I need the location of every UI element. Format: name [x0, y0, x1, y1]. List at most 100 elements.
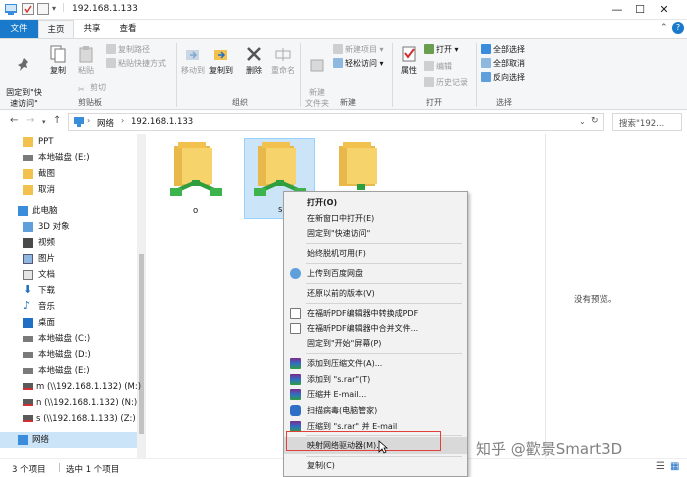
address-bar[interactable]: › 网络 › 192.168.1.133 ⌄ ↻: [68, 113, 604, 131]
move-to-button[interactable]: 移动到: [180, 45, 206, 76]
nav-item-documents[interactable]: 文档: [0, 267, 147, 283]
paste-shortcut-button[interactable]: 粘贴快捷方式: [106, 57, 166, 71]
nav-item-this-pc[interactable]: 此电脑: [0, 203, 147, 219]
nav-item-ppt[interactable]: PPT: [0, 134, 147, 150]
breadcrumb-chevron-icon[interactable]: ›: [121, 116, 124, 125]
select-none-button[interactable]: 全部取消: [481, 57, 525, 71]
menu-add-archive[interactable]: 添加到压缩文件(A)...: [284, 355, 467, 372]
edit-label: 编辑: [436, 62, 452, 71]
network-location-icon: [74, 117, 84, 127]
new-folder-label: 新建 文件夹: [305, 88, 329, 108]
collapse-ribbon-icon[interactable]: ⌃: [660, 23, 668, 33]
help-icon[interactable]: ?: [672, 22, 684, 34]
rename-button[interactable]: 重命名: [270, 45, 296, 76]
address-dropdown-icon[interactable]: ⌄: [579, 117, 586, 126]
select-all-icon: [481, 44, 491, 54]
menu-label: 始终脱机可用(F): [307, 249, 366, 258]
copy-button[interactable]: 复制: [46, 45, 70, 76]
edit-button[interactable]: 编辑: [424, 60, 452, 74]
delete-button[interactable]: 删除: [243, 45, 265, 76]
nav-item-screenshots[interactable]: 截图: [0, 166, 147, 182]
up-icon[interactable]: ↑: [53, 115, 61, 126]
breadcrumb-host[interactable]: 192.168.1.133: [131, 117, 193, 127]
pin-quick-access-button[interactable]: 固定到"快 速访问": [4, 45, 44, 109]
breadcrumb-chevron-icon[interactable]: ›: [87, 116, 90, 125]
easy-access-button[interactable]: 轻松访问 ▾: [333, 57, 384, 71]
nav-item-desktop[interactable]: 桌面: [0, 315, 147, 331]
recent-locations-icon[interactable]: ▾: [42, 118, 46, 126]
menu-upload-baidu[interactable]: 上传到百度网盘: [284, 265, 467, 282]
back-icon[interactable]: ←: [10, 115, 18, 126]
menu-open[interactable]: 打开(O): [284, 194, 467, 211]
nav-item-cancel[interactable]: 取消: [0, 182, 147, 198]
open-button[interactable]: 打开 ▾: [424, 43, 459, 57]
copy-path-button[interactable]: 复制路径: [106, 43, 150, 57]
menu-compress-email[interactable]: 压缩并 E-mail...: [284, 386, 467, 403]
nav-item-network[interactable]: 网络: [0, 432, 137, 448]
close-icon[interactable]: ✕: [641, 0, 687, 20]
nav-item-network-z[interactable]: s (\\192.168.1.133) (Z:): [0, 411, 147, 427]
network-icon: [18, 435, 28, 445]
drive-icon: [23, 336, 33, 342]
cut-button[interactable]: ✂ 剪切: [78, 81, 106, 95]
large-icons-view-icon[interactable]: ▦: [670, 461, 679, 472]
title-separator: |: [62, 3, 65, 13]
breadcrumb-network[interactable]: 网络: [97, 117, 114, 129]
customize-quick-access-icon[interactable]: ▾: [52, 4, 56, 13]
nav-item-music[interactable]: ♪ 音乐: [0, 299, 147, 315]
invert-selection-button[interactable]: 反向选择: [481, 71, 525, 85]
nav-item-network-m[interactable]: m (\\192.168.1.132) (M:): [0, 379, 147, 395]
paste-icon: [79, 46, 93, 63]
nav-item-video[interactable]: 视频: [0, 235, 147, 251]
nav-item-network-n[interactable]: n (\\192.168.1.132) (N:): [0, 395, 147, 411]
nav-item-drive-d[interactable]: 本地磁盘 (D:): [0, 347, 147, 363]
menu-scan-virus[interactable]: 扫描病毒(电脑管家): [284, 402, 467, 419]
new-folder-quick-icon[interactable]: [37, 3, 49, 15]
copy-to-button[interactable]: 复制到: [207, 45, 235, 76]
properties-button[interactable]: 属性: [396, 45, 422, 76]
menu-label: 还原以前的版本(V): [307, 289, 375, 298]
properties-quick-icon[interactable]: [22, 3, 34, 15]
ribbon-separator: [476, 43, 477, 107]
nav-item-3d[interactable]: 3D 对象: [0, 219, 147, 235]
nav-item-downloads[interactable]: ⬇ 下载: [0, 283, 147, 299]
window-title: 192.168.1.133: [72, 4, 138, 14]
refresh-icon[interactable]: ↻: [591, 116, 599, 126]
menu-pin-start[interactable]: 固定到"开始"屏幕(P): [284, 335, 467, 352]
menu-restore-versions[interactable]: 还原以前的版本(V): [284, 285, 467, 302]
ribbon-separator: [176, 43, 177, 107]
history-button[interactable]: 历史记录: [424, 76, 468, 90]
nav-label: PPT: [38, 137, 54, 147]
shared-folder-item[interactable]: o: [160, 140, 232, 220]
menu-copy[interactable]: 复制(C): [284, 457, 467, 474]
menu-label: 添加到压缩文件(A)...: [307, 359, 383, 368]
menu-always-offline[interactable]: 始终脱机可用(F): [284, 245, 467, 262]
nav-item-pictures[interactable]: 图片: [0, 251, 147, 267]
search-input[interactable]: 搜索"192...: [612, 113, 682, 131]
nav-label: 此电脑: [32, 206, 58, 216]
nav-item-drive-c[interactable]: 本地磁盘 (C:): [0, 331, 147, 347]
select-all-label: 全部选择: [493, 45, 525, 54]
details-view-icon[interactable]: ☰: [656, 461, 665, 472]
nav-item-drive-e[interactable]: 本地磁盘 (E:): [0, 150, 147, 166]
select-all-button[interactable]: 全部选择: [481, 43, 525, 57]
tab-home[interactable]: 主页: [38, 20, 74, 38]
edit-icon: [424, 61, 434, 71]
open-icon: [424, 44, 434, 54]
tab-view[interactable]: 查看: [110, 20, 146, 38]
move-to-icon: [186, 50, 199, 60]
menu-label: 复制(C): [307, 461, 335, 470]
paste-button[interactable]: 粘贴: [74, 45, 98, 76]
tab-file[interactable]: 文件: [0, 20, 38, 38]
shared-folder-item[interactable]: [325, 140, 397, 192]
new-item-button[interactable]: 新建项目 ▾: [333, 43, 384, 57]
folder-icon: [23, 169, 33, 179]
open-group-label: 打开: [426, 98, 442, 107]
nav-item-drive-e2[interactable]: 本地磁盘 (E:): [0, 363, 147, 379]
menu-pin-quick-access[interactable]: 固定到"快速访问": [284, 225, 467, 242]
tab-share[interactable]: 共享: [76, 20, 108, 38]
cut-label: 剪切: [90, 83, 106, 92]
select-group-label: 选择: [496, 98, 512, 107]
forward-icon[interactable]: →: [26, 115, 34, 126]
ribbon-separator: [392, 43, 393, 107]
